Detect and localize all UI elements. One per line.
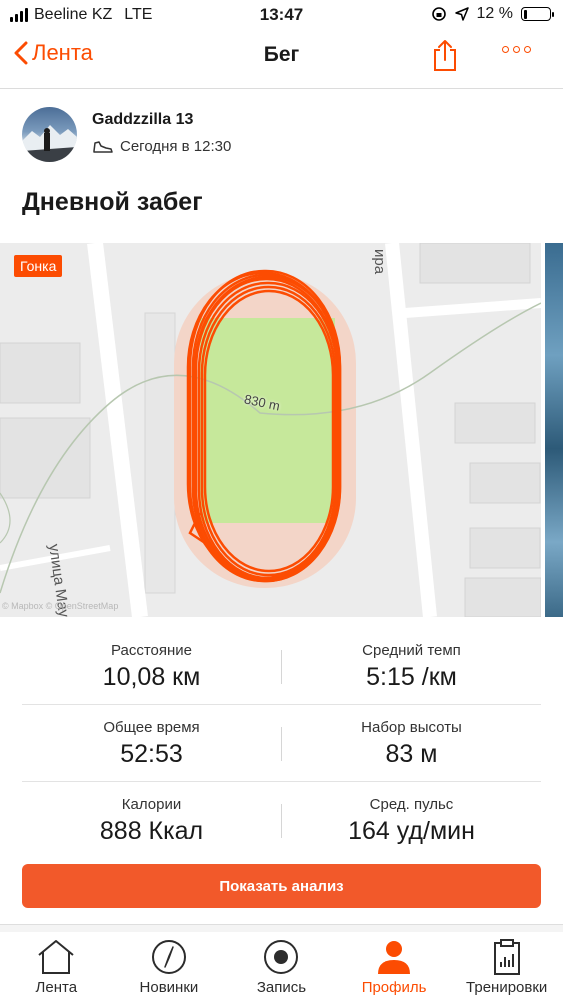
stat-value: 83 м — [385, 740, 438, 768]
tab-label: Запись — [256, 979, 307, 996]
street-label-partial: ира — [371, 249, 388, 275]
page-title: Бег — [263, 43, 300, 66]
tab-profile[interactable]: Профиль — [338, 932, 451, 1000]
dot-icon — [524, 46, 531, 53]
activity-timestamp: Сегодня в 12:30 — [120, 138, 232, 155]
athlete-name[interactable]: Gaddzzilla 13 — [92, 111, 193, 129]
show-analysis-button[interactable]: Показать анализ — [22, 864, 541, 908]
stat-elevation: Набор высоты 83 м — [282, 705, 541, 769]
nav-bar: Лента Бег — [0, 32, 563, 84]
stat-value: 10,08 км — [102, 663, 201, 691]
tab-record[interactable]: Запись — [225, 932, 338, 1000]
stats-grid: Расстояние 10,08 км Средний темп 5:15 /к… — [22, 628, 541, 859]
tab-feed[interactable]: Лента — [0, 932, 113, 1000]
avatar[interactable] — [22, 107, 77, 162]
stat-value: 5:15 /км — [366, 663, 457, 691]
next-photo-preview[interactable] — [545, 243, 563, 617]
location-icon — [454, 7, 469, 21]
stat-label: Расстояние — [110, 642, 193, 659]
stats-row: Калории 888 Ккал Сред. пульс 164 уд/мин — [22, 782, 541, 859]
stat-pace: Средний темп 5:15 /км — [282, 628, 541, 692]
compass-icon — [151, 940, 186, 974]
tab-label: Новинки — [139, 979, 199, 996]
tab-label: Профиль — [361, 979, 427, 996]
avatar-image — [22, 125, 77, 162]
header-divider — [0, 88, 563, 89]
stat-calories: Калории 888 Ккал — [22, 782, 281, 846]
status-right: 12 % — [431, 5, 554, 23]
tab-label: Тренировки — [466, 979, 548, 996]
tab-label: Лента — [35, 979, 78, 996]
stat-heart-rate: Сред. пульс 164 уд/мин — [282, 782, 541, 846]
profile-icon — [378, 941, 411, 974]
tab-explore[interactable]: Новинки — [113, 932, 226, 1000]
map-canvas — [0, 243, 541, 617]
tab-training[interactable]: Тренировки — [450, 932, 563, 1000]
dot-icon — [513, 46, 520, 53]
stat-value: 164 уд/мин — [348, 817, 475, 845]
route-map[interactable]: Гонка 830 m улица Мауленова ира © Mapbox… — [0, 243, 541, 617]
status-bar: Beeline KZ LTE 13:47 12 % — [0, 0, 563, 32]
clipboard-icon — [493, 939, 520, 975]
stat-label: Общее время — [103, 719, 200, 736]
shoe-icon — [93, 140, 113, 153]
more-button[interactable] — [502, 46, 531, 53]
stat-label: Сред. пульс — [369, 796, 454, 813]
activity-meta: Сегодня в 12:30 — [92, 138, 231, 155]
share-button[interactable] — [432, 38, 458, 77]
stat-distance: Расстояние 10,08 км — [22, 628, 281, 692]
stat-value: 52:53 — [120, 740, 183, 768]
stat-label: Калории — [121, 796, 182, 813]
stats-row: Расстояние 10,08 км Средний темп 5:15 /к… — [22, 628, 541, 705]
stats-row: Общее время 52:53 Набор высоты 83 м — [22, 705, 541, 782]
battery-icon — [521, 7, 554, 21]
dot-icon — [502, 46, 509, 53]
tabbar-divider — [0, 924, 563, 932]
tab-bar: Лента Новинки Запись Профиль Тренировки — [0, 932, 563, 1000]
stat-elapsed-time: Общее время 52:53 — [22, 705, 281, 769]
race-badge: Гонка — [14, 255, 63, 277]
activity-title: Дневной забег — [22, 188, 203, 216]
stat-label: Средний темп — [362, 642, 461, 659]
map-attribution[interactable]: © Mapbox © OpenStreetMap — [2, 601, 118, 611]
share-icon — [434, 40, 456, 71]
stat-label: Набор высоты — [361, 719, 462, 736]
lock-rotation-icon — [431, 7, 446, 21]
battery-percent: 12 % — [476, 5, 513, 22]
house-icon — [38, 940, 74, 974]
stat-value: 888 Ккал — [99, 817, 204, 845]
record-icon — [264, 940, 299, 974]
